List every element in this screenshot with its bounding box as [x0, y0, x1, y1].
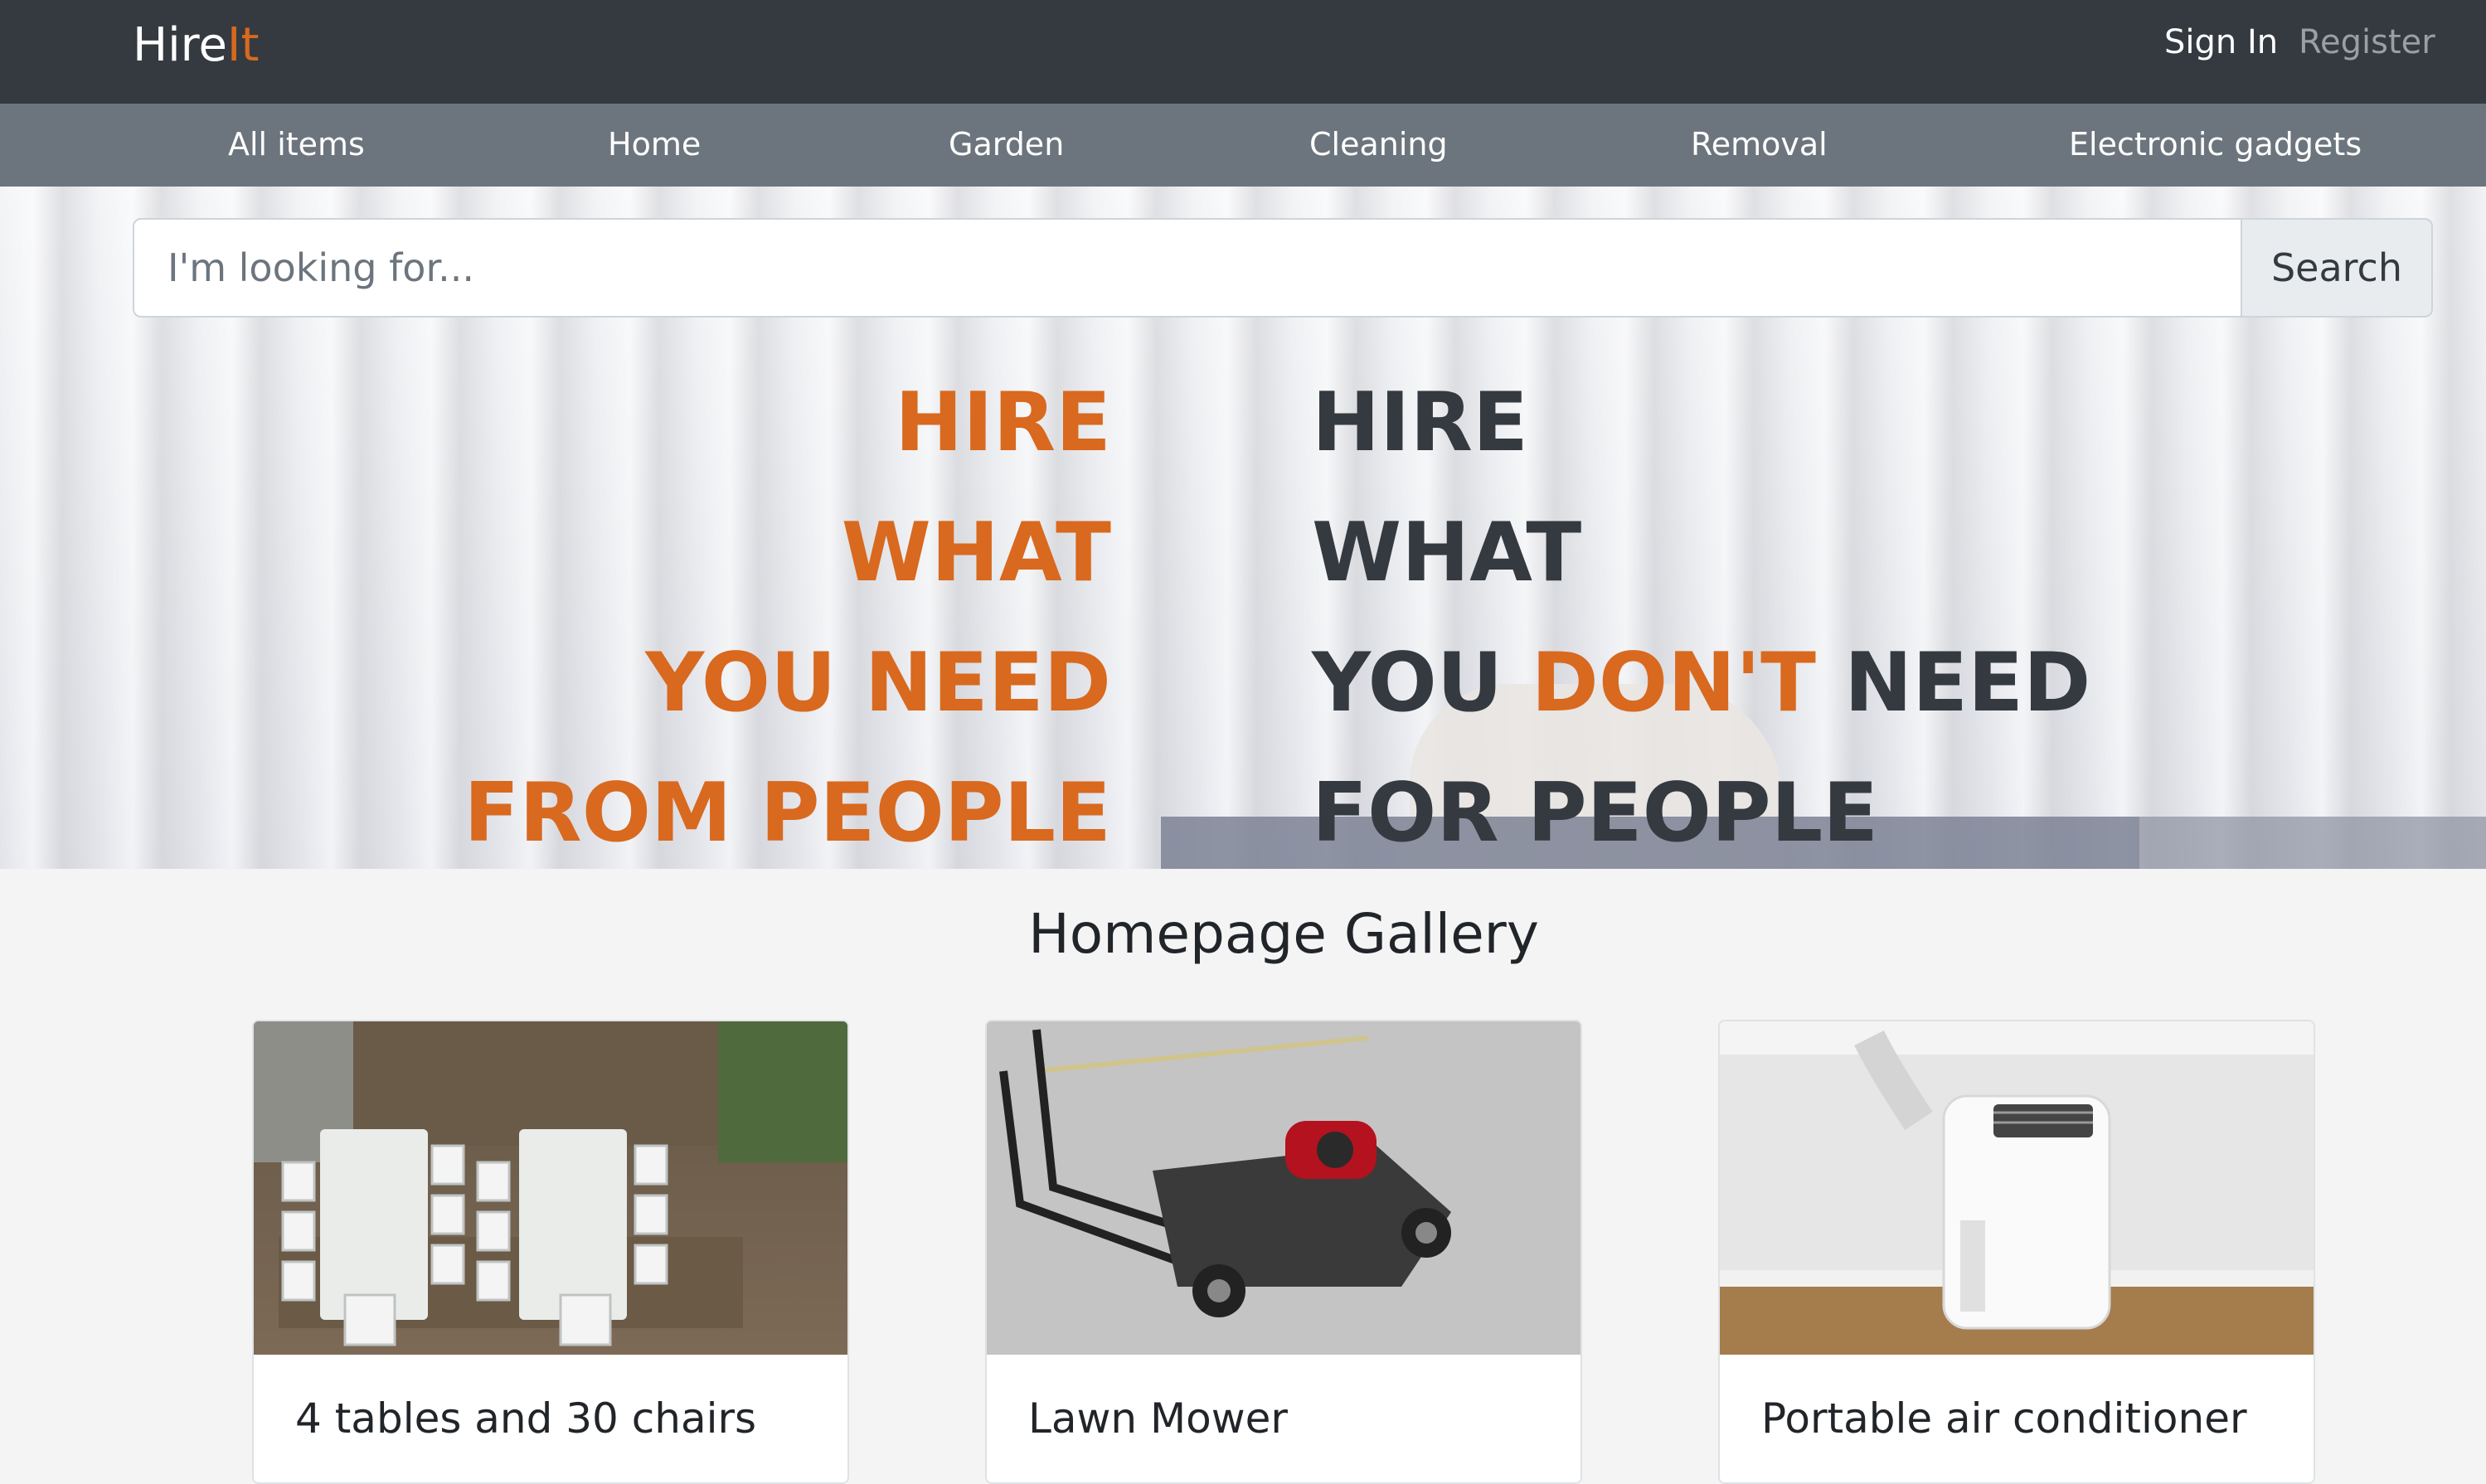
- search-input[interactable]: [133, 218, 2242, 318]
- sign-in-link[interactable]: Sign In: [2164, 23, 2278, 61]
- gallery-title: Homepage Gallery: [1028, 902, 1539, 966]
- hero-background-sofa-end: [2139, 817, 2486, 869]
- search-button[interactable]: Search: [2241, 218, 2433, 318]
- slogan-right-line-1: HIRE: [1312, 376, 1528, 470]
- gallery-card-title[interactable]: Portable air conditioner: [1761, 1394, 2247, 1443]
- brand-text-it: It: [226, 18, 260, 72]
- brand-text-hire: Hire: [133, 18, 227, 72]
- gallery-card-tables-chairs[interactable]: 4 tables and 30 chairs: [252, 1020, 849, 1484]
- gallery-card-title[interactable]: Lawn Mower: [1028, 1394, 1288, 1443]
- brand-logo[interactable]: HireIt: [133, 18, 259, 72]
- category-home[interactable]: Home: [608, 126, 701, 162]
- slogan-left-line-3: YOU NEED: [645, 636, 1111, 730]
- slogan-hire-what-you-dont-need: HIRE WHAT YOU DON'T NEED FOR PEOPLE: [1312, 358, 2090, 879]
- slogan-hire-what-you-need: HIRE WHAT YOU NEED FROM PEOPLE: [464, 358, 1111, 879]
- gallery-card-lawn-mower[interactable]: Lawn Mower: [985, 1020, 1582, 1484]
- category-cleaning[interactable]: Cleaning: [1309, 126, 1448, 162]
- register-link[interactable]: Register: [2299, 23, 2435, 61]
- gallery-card-title[interactable]: 4 tables and 30 chairs: [295, 1394, 756, 1443]
- category-removal[interactable]: Removal: [1691, 126, 1828, 162]
- slogan-right-line-4: FOR PEOPLE: [1312, 766, 1879, 861]
- slogan-dont-highlight: DON'T: [1531, 636, 1817, 730]
- slogan-left-line-4: FROM PEOPLE: [464, 766, 1111, 861]
- air-conditioner-image: [1720, 1021, 2314, 1355]
- category-bar: All items Home Garden Cleaning Removal E…: [0, 104, 2486, 187]
- slogan-left-line-1: HIRE: [895, 376, 1111, 470]
- tables-and-chairs-image: [254, 1021, 847, 1355]
- slogan-need: NEED: [1816, 636, 2091, 730]
- slogan-you: YOU: [1312, 636, 1532, 730]
- slogan-left-line-2: WHAT: [841, 506, 1111, 600]
- category-all-items[interactable]: All items: [228, 126, 365, 162]
- category-electronic-gadgets[interactable]: Electronic gadgets: [2069, 126, 2362, 162]
- slogan-right-line-3: YOU DON'T NEED: [1312, 618, 2090, 749]
- slogan-right-line-2: WHAT: [1312, 506, 1582, 600]
- search-bar: Search: [133, 218, 2433, 318]
- lawn-mower-image: [987, 1021, 1580, 1355]
- top-navbar: HireIt Sign In Register: [0, 0, 2486, 104]
- gallery-card-air-conditioner[interactable]: Portable air conditioner: [1718, 1020, 2315, 1484]
- category-garden[interactable]: Garden: [949, 126, 1064, 162]
